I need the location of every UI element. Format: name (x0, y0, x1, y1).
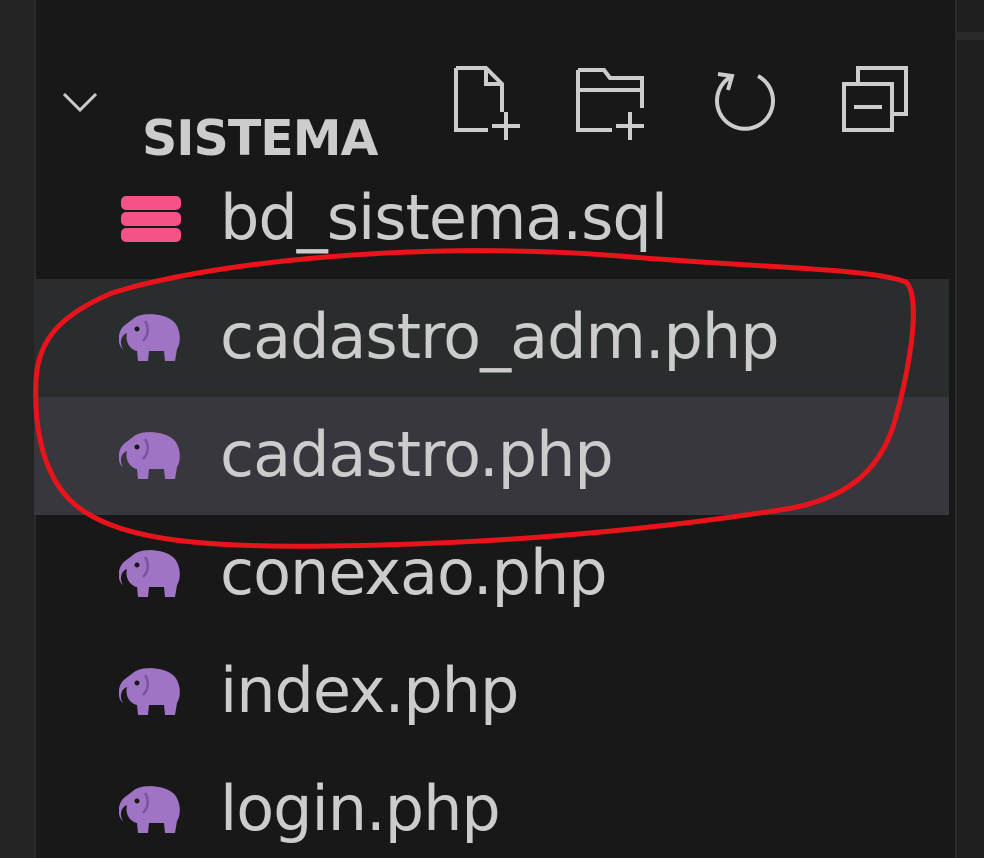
file-item-index[interactable]: index.php (34, 633, 949, 751)
file-item-login[interactable]: login.php (34, 751, 949, 858)
refresh-icon[interactable] (704, 60, 784, 142)
file-name: login.php (220, 772, 501, 845)
php-elephant-icon (119, 431, 183, 481)
new-file-button[interactable] (446, 60, 526, 142)
php-elephant-icon (119, 549, 183, 599)
folder-section-header[interactable]: SISTEMA (34, 40, 955, 167)
editor-edge (955, 0, 984, 858)
new-file-icon[interactable] (446, 60, 526, 142)
new-folder-button[interactable] (570, 60, 650, 142)
file-name: cadastro_adm.php (220, 300, 780, 373)
activity-bar-edge (0, 0, 36, 858)
collapse-all-button[interactable] (834, 60, 914, 142)
file-name: index.php (220, 654, 519, 727)
php-elephant-icon (119, 785, 183, 835)
new-folder-icon[interactable] (570, 60, 650, 142)
file-name: cadastro.php (220, 418, 614, 491)
refresh-button[interactable] (704, 60, 784, 142)
explorer-panel-screenshot: SISTEMA bd_sistema.sql cadastro_adm.php … (0, 0, 984, 858)
header-actions (34, 40, 955, 160)
file-item-cadastro-adm[interactable]: cadastro_adm.php (34, 279, 949, 397)
collapse-all-icon[interactable] (834, 60, 914, 142)
file-item-bd-sistema[interactable]: bd_sistema.sql (34, 160, 949, 278)
file-explorer: SISTEMA bd_sistema.sql cadastro_adm.php … (34, 0, 955, 858)
file-name: conexao.php (220, 536, 608, 609)
file-item-cadastro[interactable]: cadastro.php (34, 397, 949, 515)
php-elephant-icon (119, 313, 183, 363)
file-name: bd_sistema.sql (220, 181, 668, 254)
database-icon (119, 194, 183, 244)
php-elephant-icon (119, 667, 183, 717)
file-item-conexao[interactable]: conexao.php (34, 515, 949, 633)
editor-tab-strip (957, 32, 984, 40)
